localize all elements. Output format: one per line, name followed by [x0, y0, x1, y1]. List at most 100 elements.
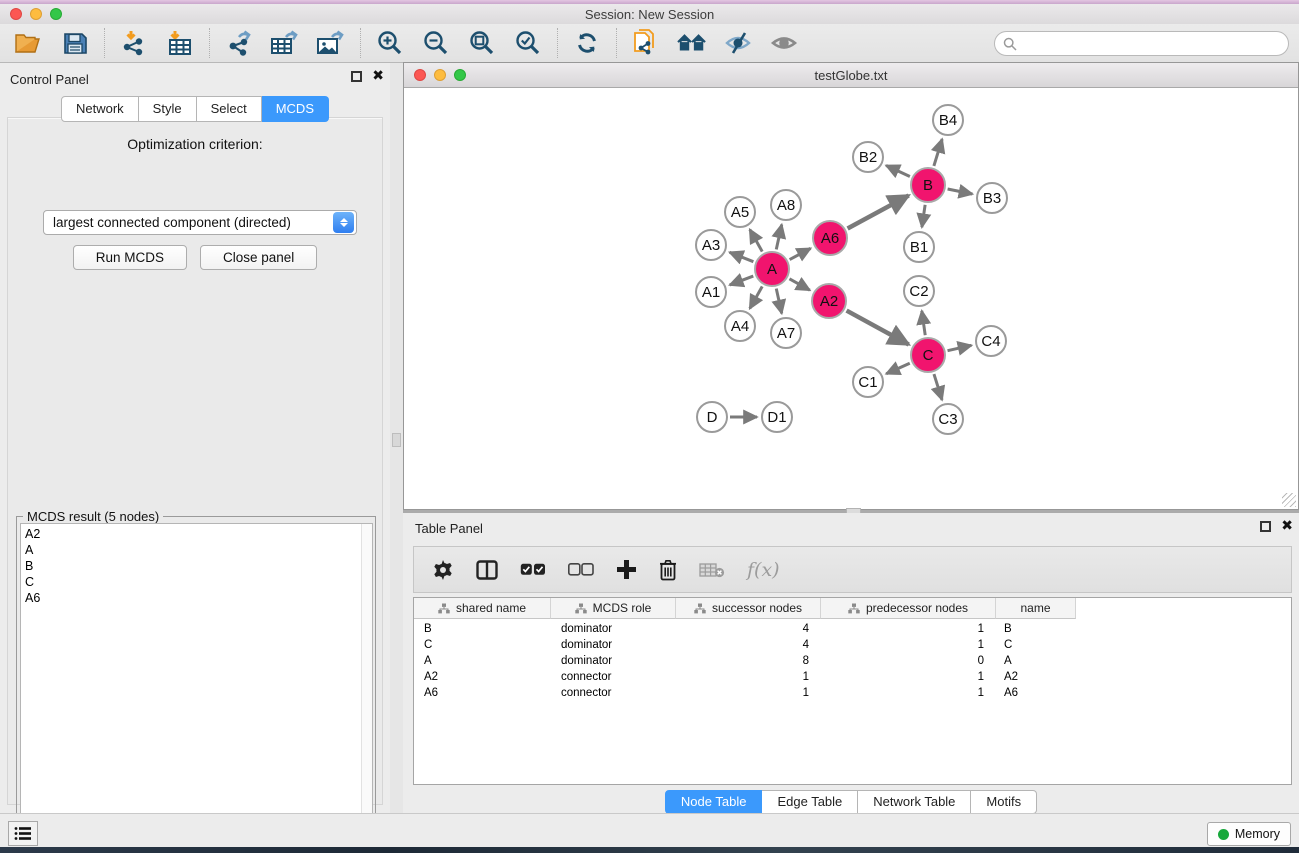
table-row[interactable]: Cdominator41C: [414, 637, 1291, 653]
deselect-all-columns-icon[interactable]: [568, 555, 594, 585]
graph-edge-A-A4[interactable]: [750, 286, 762, 308]
graph-node-C3[interactable]: C3: [932, 403, 964, 435]
vertical-splitter[interactable]: [390, 63, 403, 813]
table-cell[interactable]: A2: [996, 669, 1076, 685]
column-header[interactable]: predecessor nodes: [821, 598, 996, 619]
tab-motifs[interactable]: Motifs: [971, 790, 1037, 814]
table-cell[interactable]: 4: [676, 637, 821, 653]
node-table[interactable]: shared nameMCDS rolesuccessor nodesprede…: [413, 597, 1292, 785]
first-neighbors-icon[interactable]: [677, 29, 707, 57]
zoom-out-icon[interactable]: [421, 29, 451, 57]
memory-button[interactable]: Memory: [1207, 822, 1291, 846]
table-cell[interactable]: 4: [676, 621, 821, 637]
table-cell[interactable]: 8: [676, 653, 821, 669]
table-settings-gear-icon[interactable]: [432, 555, 454, 585]
graph-edge-A-A6[interactable]: [790, 248, 811, 259]
tab-select[interactable]: Select: [197, 96, 262, 122]
hide-selected-icon[interactable]: [723, 29, 753, 57]
graph-node-B4[interactable]: B4: [932, 104, 964, 136]
delete-column-trash-icon[interactable]: [659, 555, 677, 585]
table-cell[interactable]: connector: [551, 669, 676, 685]
graph-edge-A-A1[interactable]: [730, 276, 754, 285]
graph-node-C1[interactable]: C1: [852, 366, 884, 398]
splitter-grip[interactable]: [392, 433, 401, 447]
mcds-result-item[interactable]: B: [25, 558, 372, 574]
float-panel-icon[interactable]: [351, 71, 362, 82]
graph-node-C[interactable]: C: [910, 337, 946, 373]
network-canvas[interactable]: B4B2BB3A5A8A6A3B1AA1C2A2A4A7C4CC1C3DD1: [404, 88, 1298, 509]
search-input[interactable]: [1022, 34, 1288, 54]
table-cell[interactable]: dominator: [551, 637, 676, 653]
table-cell[interactable]: 1: [821, 685, 996, 701]
column-view-icon[interactable]: [476, 555, 498, 585]
float-table-panel-icon[interactable]: [1260, 521, 1271, 532]
graph-node-B[interactable]: B: [910, 167, 946, 203]
zoom-in-icon[interactable]: [375, 29, 405, 57]
table-cell[interactable]: A: [996, 653, 1076, 669]
window-resize-grip[interactable]: [1282, 493, 1296, 507]
close-panel-button[interactable]: Close panel: [200, 245, 317, 270]
close-panel-icon[interactable]: ✖: [372, 71, 384, 82]
mcds-result-item[interactable]: C: [25, 574, 372, 590]
table-cell[interactable]: B: [996, 621, 1076, 637]
export-network-icon[interactable]: [224, 29, 254, 57]
mcds-result-list[interactable]: A2ABCA6: [20, 523, 373, 849]
table-cell[interactable]: 1: [676, 685, 821, 701]
graph-node-A6[interactable]: A6: [812, 220, 848, 256]
graph-edge-A-A7[interactable]: [776, 289, 781, 314]
graph-node-D1[interactable]: D1: [761, 401, 793, 433]
close-table-panel-icon[interactable]: ✖: [1281, 521, 1293, 532]
tab-mcds[interactable]: MCDS: [262, 96, 329, 122]
table-row[interactable]: A2connector11A2: [414, 669, 1291, 685]
graph-node-A3[interactable]: A3: [695, 229, 727, 261]
criterion-dropdown[interactable]: largest connected component (directed): [43, 210, 357, 235]
graph-edge-A-A8[interactable]: [776, 225, 781, 250]
table-cell[interactable]: 1: [821, 621, 996, 637]
graph-node-A4[interactable]: A4: [724, 310, 756, 342]
tab-network-table[interactable]: Network Table: [858, 790, 971, 814]
new-network-from-selection-icon[interactable]: [631, 29, 661, 57]
graph-node-A2[interactable]: A2: [811, 283, 847, 319]
zoom-selected-icon[interactable]: [513, 29, 543, 57]
task-history-button[interactable]: [8, 821, 38, 846]
tab-network[interactable]: Network: [61, 96, 139, 122]
export-table-icon[interactable]: [270, 29, 300, 57]
column-header[interactable]: shared name: [414, 598, 551, 619]
table-cell[interactable]: dominator: [551, 621, 676, 637]
graph-node-A[interactable]: A: [754, 251, 790, 287]
table-cell[interactable]: 1: [821, 669, 996, 685]
graph-edge-B-B2[interactable]: [886, 165, 910, 176]
import-table-icon[interactable]: [165, 29, 195, 57]
show-all-icon[interactable]: [769, 29, 799, 57]
open-session-icon[interactable]: [14, 29, 44, 57]
table-cell[interactable]: dominator: [551, 653, 676, 669]
table-cell[interactable]: A6: [414, 685, 551, 701]
search-field[interactable]: [994, 31, 1289, 56]
table-cell[interactable]: C: [414, 637, 551, 653]
graph-node-A7[interactable]: A7: [770, 317, 802, 349]
table-cell[interactable]: A: [414, 653, 551, 669]
table-cell[interactable]: B: [414, 621, 551, 637]
graph-node-B2[interactable]: B2: [852, 141, 884, 173]
table-row[interactable]: Bdominator41B: [414, 621, 1291, 637]
save-session-icon[interactable]: [60, 29, 90, 57]
refresh-icon[interactable]: [572, 29, 602, 57]
graph-node-A5[interactable]: A5: [724, 196, 756, 228]
graph-edge-A6-B[interactable]: [848, 195, 909, 228]
table-cell[interactable]: 0: [821, 653, 996, 669]
graph-edge-C-C2[interactable]: [922, 311, 925, 335]
table-row[interactable]: Adominator80A: [414, 653, 1291, 669]
mcds-result-item[interactable]: A: [25, 542, 372, 558]
mcds-result-item[interactable]: A2: [25, 526, 372, 542]
create-column-plus-icon[interactable]: [616, 555, 637, 585]
tab-style[interactable]: Style: [139, 96, 197, 122]
table-cell[interactable]: C: [996, 637, 1076, 653]
graph-edge-A-A2[interactable]: [789, 279, 809, 290]
select-all-columns-icon[interactable]: [520, 555, 546, 585]
graph-edge-A-A5[interactable]: [750, 229, 762, 251]
tab-edge-table[interactable]: Edge Table: [762, 790, 858, 814]
graph-edge-A2-C[interactable]: [847, 311, 909, 345]
run-mcds-button[interactable]: Run MCDS: [73, 245, 187, 270]
graph-node-D[interactable]: D: [696, 401, 728, 433]
graph-edge-B-B3[interactable]: [948, 189, 973, 194]
